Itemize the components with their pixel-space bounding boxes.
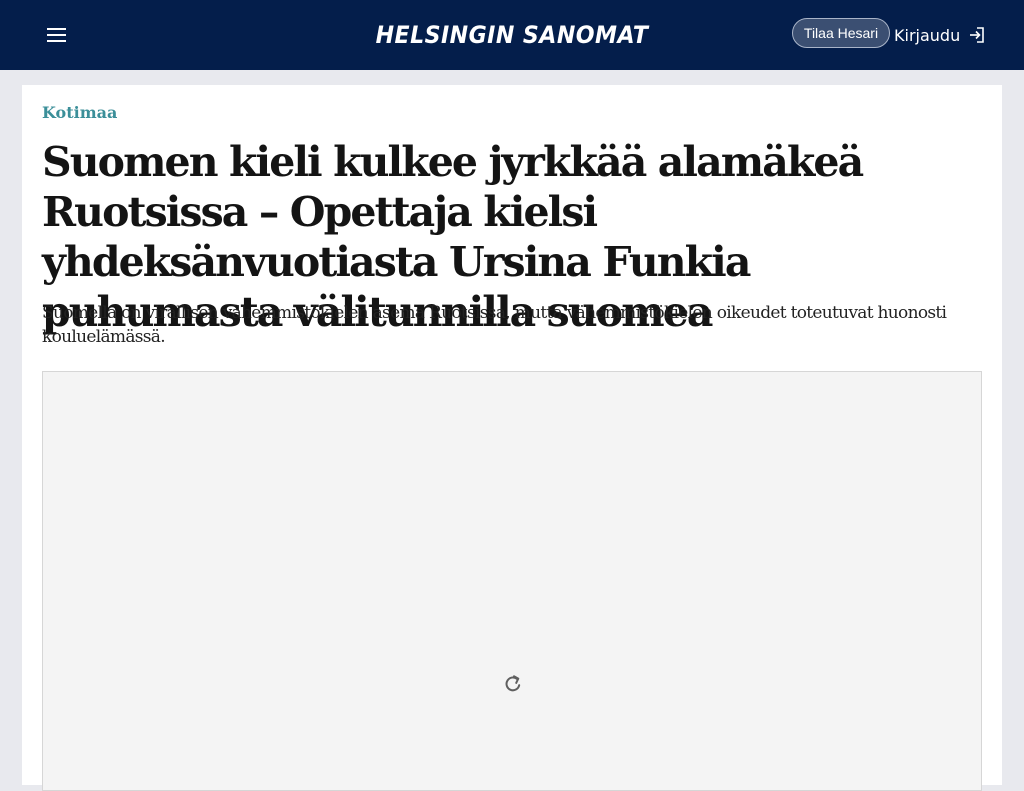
login-arrow-icon bbox=[968, 26, 986, 44]
login-label: Kirjaudu bbox=[894, 25, 961, 45]
top-navigation-bar: HELSINGIN SANOMAT Tilaa Hesari Kirjaudu bbox=[0, 0, 1024, 70]
reload-icon[interactable] bbox=[501, 672, 525, 696]
hamburger-menu-icon bbox=[47, 28, 66, 42]
login-link[interactable]: Kirjaudu bbox=[894, 22, 986, 48]
section-label-kotimaa[interactable]: Kotimaa bbox=[42, 103, 117, 122]
subscribe-button[interactable]: Tilaa Hesari bbox=[792, 18, 890, 48]
article-media-placeholder bbox=[42, 371, 982, 791]
site-logo[interactable]: HELSINGIN SANOMAT bbox=[363, 18, 661, 52]
hamburger-menu-button[interactable] bbox=[40, 20, 74, 50]
article-lead: Suomella on virallisen vähemmistökielen … bbox=[42, 303, 947, 347]
article-container: Kotimaa Suomen kieli kulkee jyrkkää alam… bbox=[22, 85, 1002, 791]
